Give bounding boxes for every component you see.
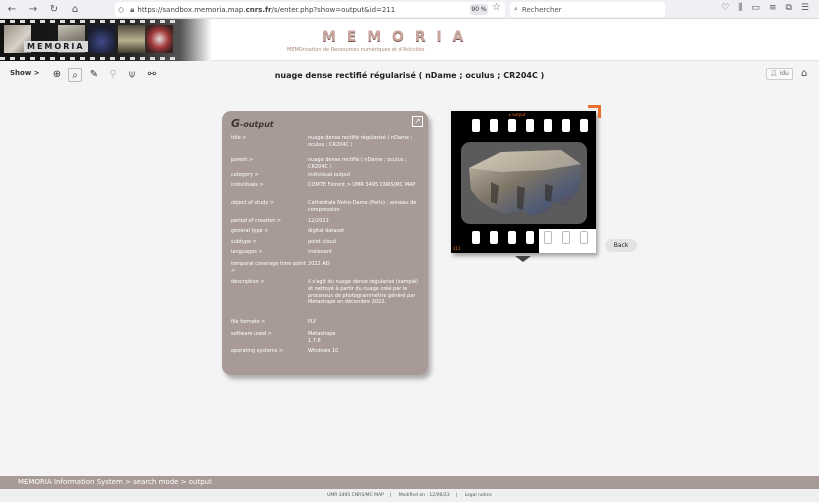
- info-key: description >: [231, 279, 265, 285]
- info-key: general type >: [231, 228, 269, 234]
- film-label: ▸ output: [509, 112, 526, 117]
- info-value: nuage dense rectifié ( nDame ; oculus ; …: [308, 157, 407, 170]
- film-perforation: [562, 119, 570, 132]
- page-footer: UMR 3495 CNRS/MC MAP | Modified on : 12/0…: [0, 489, 819, 502]
- film-perforation: [508, 231, 516, 244]
- info-key: operating systems >: [231, 348, 284, 354]
- film-perforation: [580, 231, 588, 244]
- info-value: 2022 AD: [308, 261, 330, 267]
- pointcloud-preview[interactable]: [461, 142, 587, 224]
- info-key: title >: [231, 135, 247, 141]
- film-perforation: [562, 231, 570, 244]
- memoria-logo[interactable]: MEMORIA: [24, 41, 88, 52]
- back-button[interactable]: Back: [605, 239, 637, 252]
- library-icon[interactable]: ⫼: [738, 3, 742, 13]
- bookmark-star-icon[interactable]: ☆: [492, 2, 501, 13]
- lock-icon: 🔒︎: [130, 4, 135, 14]
- info-key: individuals >: [231, 182, 264, 188]
- info-value: individual output: [308, 172, 351, 178]
- frame-number: 211: [453, 246, 461, 251]
- info-value: Windows 10: [308, 348, 339, 354]
- footer-org: UMR 3495 CNRS/MC MAP: [327, 493, 384, 498]
- info-value: Cathédrale Notre-Dame (Paris) ; anneau d…: [308, 200, 417, 213]
- info-value: irrelevant: [308, 249, 332, 255]
- home-browser-icon[interactable]: ⌂: [66, 0, 84, 18]
- footer-legal-link[interactable]: Legal notice: [465, 493, 492, 498]
- info-value: PLY: [308, 319, 317, 325]
- menu-icon[interactable]: ☰: [801, 3, 809, 13]
- info-value: il s'agit du nuage dense régularisé (sam…: [308, 279, 418, 306]
- browser-search-input[interactable]: ⌕ Rechercher: [510, 2, 665, 17]
- film-perforation: [580, 119, 588, 132]
- extensions-icon[interactable]: ⧉: [785, 3, 791, 13]
- breadcrumb: MEMORIA Information System > search mode…: [0, 476, 819, 489]
- info-value: point cloud: [308, 239, 336, 245]
- reload-icon[interactable]: ↻: [45, 0, 63, 18]
- film-perforation: [472, 119, 480, 132]
- banner-thumbnail: [88, 25, 115, 53]
- film-perforation: [508, 119, 516, 132]
- info-key: parent >: [231, 157, 254, 163]
- info-key: file formats >: [231, 319, 266, 325]
- info-key: temporal coverage time point >: [231, 261, 306, 274]
- app-toolbar: Show > ⊕ ⌕ ✎ ⚲ ⍦ ⚯ nuage dense rectifié …: [0, 65, 819, 85]
- back-arrow-icon[interactable]: ←: [3, 0, 21, 18]
- info-key: software used >: [231, 331, 272, 337]
- film-perforation: [526, 119, 534, 132]
- sidebar-icon[interactable]: ▭: [751, 3, 760, 13]
- output-logo: G-output: [231, 117, 274, 130]
- site-banner: MEMORIA M E M O R I A MEMOrisation de Re…: [0, 19, 819, 61]
- output-info-card: G-output ↗ title > nuage dense rectifié r…: [222, 111, 428, 375]
- info-key: object of study >: [231, 200, 275, 206]
- search-placeholder: Rechercher: [521, 5, 562, 14]
- user-icon: 👤︎: [770, 70, 780, 77]
- pointcloud-render: [469, 150, 581, 216]
- film-perforation: [544, 119, 552, 132]
- url-host: cnrs.fr: [245, 5, 272, 14]
- footer-modified: Modified on : 12/06/23: [398, 493, 450, 498]
- shield-icon: ◇: [118, 5, 125, 14]
- banner-thumbnail: [146, 25, 173, 53]
- info-value: 12/2022: [308, 218, 329, 224]
- film-perforation: [490, 231, 498, 244]
- reader-icon[interactable]: ≡: [769, 3, 777, 13]
- info-value: digital dataset: [308, 228, 345, 234]
- url-prefix: https://sandbox.memoria.map.: [137, 5, 246, 14]
- film-perforation: [472, 231, 480, 244]
- corner-marker: [588, 105, 601, 118]
- zoom-level[interactable]: 90 %: [470, 4, 488, 15]
- expand-triangle-icon[interactable]: [515, 256, 531, 262]
- info-key: period of creation >: [231, 218, 282, 224]
- info-value: nuage dense rectifié régularisé ( nDame …: [308, 135, 413, 148]
- info-value: Metashape 1.7.6: [308, 331, 336, 344]
- home-icon[interactable]: ⌂: [801, 68, 807, 79]
- address-bar[interactable]: ◇ 🔒︎ https://sandbox.memoria.map. cnrs.fr…: [115, 2, 505, 17]
- site-title: M E M O R I A: [322, 29, 467, 45]
- edit-record-icon[interactable]: ↗: [412, 116, 423, 127]
- user-button[interactable]: 👤︎ idu: [766, 68, 793, 80]
- forward-arrow-icon[interactable]: →: [24, 0, 42, 18]
- banner-filmstrip: MEMORIA: [0, 19, 212, 61]
- user-label: idu: [779, 70, 789, 77]
- url-path: /s/enter.php?show=output&id=211: [271, 5, 396, 14]
- site-subtitle: MEMOrisation de Ressources numériques et…: [287, 47, 425, 53]
- info-key: category >: [231, 172, 259, 178]
- browser-toolbar: ← → ↻ ⌂ ◇ 🔒︎ https://sandbox.memoria.map…: [0, 0, 819, 19]
- page-title: nuage dense rectifié régularisé ( nDame …: [274, 71, 545, 80]
- search-icon: ⌕: [514, 5, 518, 13]
- pocket-icon[interactable]: ♡: [721, 3, 729, 13]
- info-value: COMTE Florent > UMR 3495 CNRS/MC MAP: [308, 182, 416, 188]
- info-key: languages >: [231, 249, 263, 255]
- film-perforation: [544, 231, 552, 244]
- info-key: subtype >: [231, 239, 257, 245]
- film-perforation: [490, 119, 498, 132]
- banner-thumbnail: [118, 25, 145, 53]
- film-perforation: [526, 231, 534, 244]
